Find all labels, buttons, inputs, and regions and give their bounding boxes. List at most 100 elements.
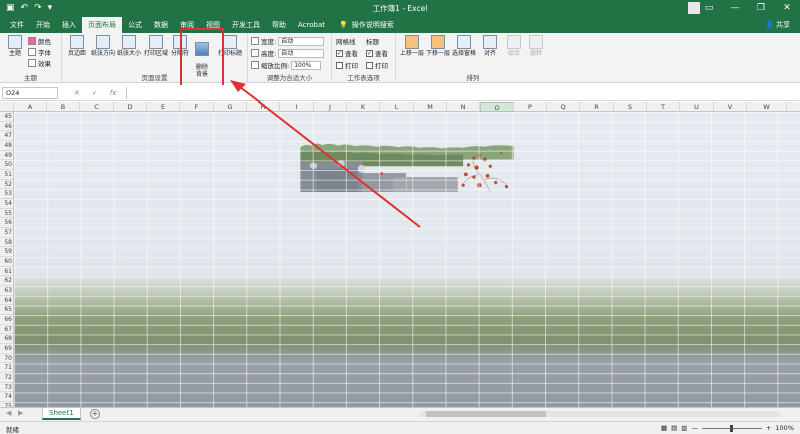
arrange-group: 上移一层 下移一层 选择窗格 对齐 组合 旋转 排列 <box>396 33 550 83</box>
headings-header: 标题 <box>366 38 379 46</box>
fonts-icon <box>28 48 36 56</box>
scrollbar-thumb[interactable] <box>426 411 546 417</box>
height-icon <box>251 49 259 57</box>
page-break-view-icon[interactable]: ▥ <box>681 424 687 432</box>
formula-input[interactable] <box>126 86 800 99</box>
width-icon <box>251 37 259 45</box>
tell-me-search[interactable]: 💡 操作说明搜索 <box>339 20 394 30</box>
bring-forward-icon <box>405 35 419 49</box>
lightbulb-icon: 💡 <box>339 21 348 29</box>
orientation-button[interactable]: 纸张方向 <box>91 35 115 57</box>
selection-pane-button[interactable]: 选择窗格 <box>452 35 476 57</box>
normal-view-icon[interactable]: ▦ <box>661 424 667 432</box>
enter-icon[interactable]: ✓ <box>92 89 98 97</box>
sheet-options-group-label: 工作表选项 <box>347 74 380 82</box>
gridlines-print-checkbox[interactable]: 打印 <box>336 60 358 70</box>
bring-forward-button[interactable]: 上移一层 <box>400 35 424 57</box>
height-row: 高度: 自动 <box>251 48 325 58</box>
width-select[interactable]: 自动 <box>278 36 325 46</box>
zoom-in-button[interactable]: + <box>766 424 771 432</box>
print-titles-icon <box>223 35 237 49</box>
ribbon-tabs: 文件 开始 插入 页面布局 公式 数据 审阅 视图 开发工具 帮助 Acroba… <box>0 17 800 33</box>
tab-home[interactable]: 开始 <box>30 17 56 33</box>
margins-button[interactable]: 页边距 <box>65 35 89 57</box>
ribbon-display-button[interactable]: ▭ <box>696 0 722 17</box>
size-button[interactable]: 纸张大小 <box>117 35 141 57</box>
scale-icon <box>251 61 259 69</box>
minimize-button[interactable]: — <box>722 0 748 17</box>
scale-input[interactable]: 100% <box>291 60 322 70</box>
sheet-options-group: 网格线 标题 ✓ 查看 ✓ 查看 打印 打印 工作表选项 <box>332 33 396 83</box>
share-button[interactable]: 👤 共享 <box>765 17 790 33</box>
print-area-icon <box>149 35 163 49</box>
close-button[interactable]: ✕ <box>774 0 800 17</box>
tab-insert[interactable]: 插入 <box>56 17 82 33</box>
status-bar: 就绪 ▦ ▤ ▥ — + 100% <box>0 421 800 434</box>
scale-row: 缩放比例: 100% <box>251 60 322 70</box>
tab-help[interactable]: 帮助 <box>266 17 292 33</box>
gridlines-header: 网格线 <box>336 38 356 46</box>
align-icon <box>483 35 497 49</box>
worksheet: A B C D E F G H I J K L M N O P Q R S T … <box>0 102 800 407</box>
selection-pane-icon <box>457 35 471 49</box>
effects-icon <box>28 59 36 67</box>
sheet-tab-bar: ◀ ▶ Sheet1 + <box>0 407 800 421</box>
print-area-button[interactable]: 打印区域 <box>144 35 168 57</box>
align-button[interactable]: 对齐 <box>478 35 502 57</box>
zoom-level[interactable]: 100% <box>775 424 794 432</box>
theme-group-label: 主题 <box>24 74 37 82</box>
ribbon: 主题 颜色 字体 效果 主题 页边距 纸张方向 纸张大小 打印区域 分隔符 删除… <box>0 33 800 83</box>
checkbox-unchecked <box>366 61 373 69</box>
group-button[interactable]: 组合 <box>502 35 526 57</box>
colors-button[interactable]: 颜色 <box>28 36 51 46</box>
group-icon <box>507 35 521 49</box>
window-title: 工作簿1 - Excel <box>372 4 428 13</box>
maximize-button[interactable]: ❐ <box>748 0 774 17</box>
colors-icon <box>28 37 36 45</box>
zoom-slider[interactable] <box>701 424 762 432</box>
sheet-tab-sheet1[interactable]: Sheet1 <box>42 408 81 420</box>
tab-data[interactable]: 数据 <box>148 17 174 33</box>
height-select[interactable]: 自动 <box>278 48 325 58</box>
tab-formulas[interactable]: 公式 <box>122 17 148 33</box>
paper-size-icon <box>122 35 136 49</box>
person-icon: 👤 <box>765 21 774 29</box>
zoom-control: ▦ ▤ ▥ — + 100% <box>661 424 794 432</box>
add-sheet-button[interactable]: + <box>90 409 100 419</box>
checkbox-checked: ✓ <box>336 49 343 57</box>
name-box[interactable]: O24 <box>2 86 58 99</box>
rotate-button[interactable]: 旋转 <box>524 35 548 57</box>
margins-icon <box>70 35 84 49</box>
scale-to-fit-group: 宽度: 自动 高度: 自动 缩放比例: 100% 调整为合适大小 <box>248 33 332 83</box>
tab-file[interactable]: 文件 <box>4 17 30 33</box>
theme-icon <box>8 35 22 49</box>
function-icon[interactable]: fx <box>110 89 117 97</box>
zoom-out-button[interactable]: — <box>691 424 698 432</box>
orientation-icon <box>96 35 110 49</box>
tab-acrobat[interactable]: Acrobat <box>292 17 331 33</box>
next-sheet-icon[interactable]: ▶ <box>18 409 23 417</box>
zoom-slider-knob[interactable] <box>729 424 733 432</box>
highlight-box <box>180 28 224 87</box>
theme-group: 主题 颜色 字体 效果 主题 <box>0 33 62 83</box>
checkbox-unchecked <box>336 61 343 69</box>
horizontal-scrollbar[interactable] <box>420 411 780 417</box>
status-ready: 就绪 <box>6 426 19 434</box>
headings-view-checkbox[interactable]: ✓ 查看 <box>366 48 388 58</box>
headings-print-checkbox[interactable]: 打印 <box>366 60 388 70</box>
checkbox-checked: ✓ <box>366 49 373 57</box>
scale-to-fit-group-label: 调整为合适大小 <box>266 74 313 82</box>
theme-button[interactable]: 主题 <box>3 35 27 57</box>
tab-page-layout[interactable]: 页面布局 <box>82 17 122 33</box>
gridlines-view-checkbox[interactable]: ✓ 查看 <box>336 48 358 58</box>
send-backward-button[interactable]: 下移一层 <box>426 35 450 57</box>
width-row: 宽度: 自动 <box>251 36 325 46</box>
fonts-button[interactable]: 字体 <box>28 47 51 57</box>
arrange-group-label: 排列 <box>466 74 480 82</box>
page-layout-view-icon[interactable]: ▤ <box>671 424 677 432</box>
effects-button[interactable]: 效果 <box>28 58 51 68</box>
cancel-icon[interactable]: ✕ <box>74 89 80 97</box>
annotation-arrow <box>257 102 421 228</box>
prev-sheet-icon[interactable]: ◀ <box>6 409 11 417</box>
tab-developer[interactable]: 开发工具 <box>226 17 266 33</box>
